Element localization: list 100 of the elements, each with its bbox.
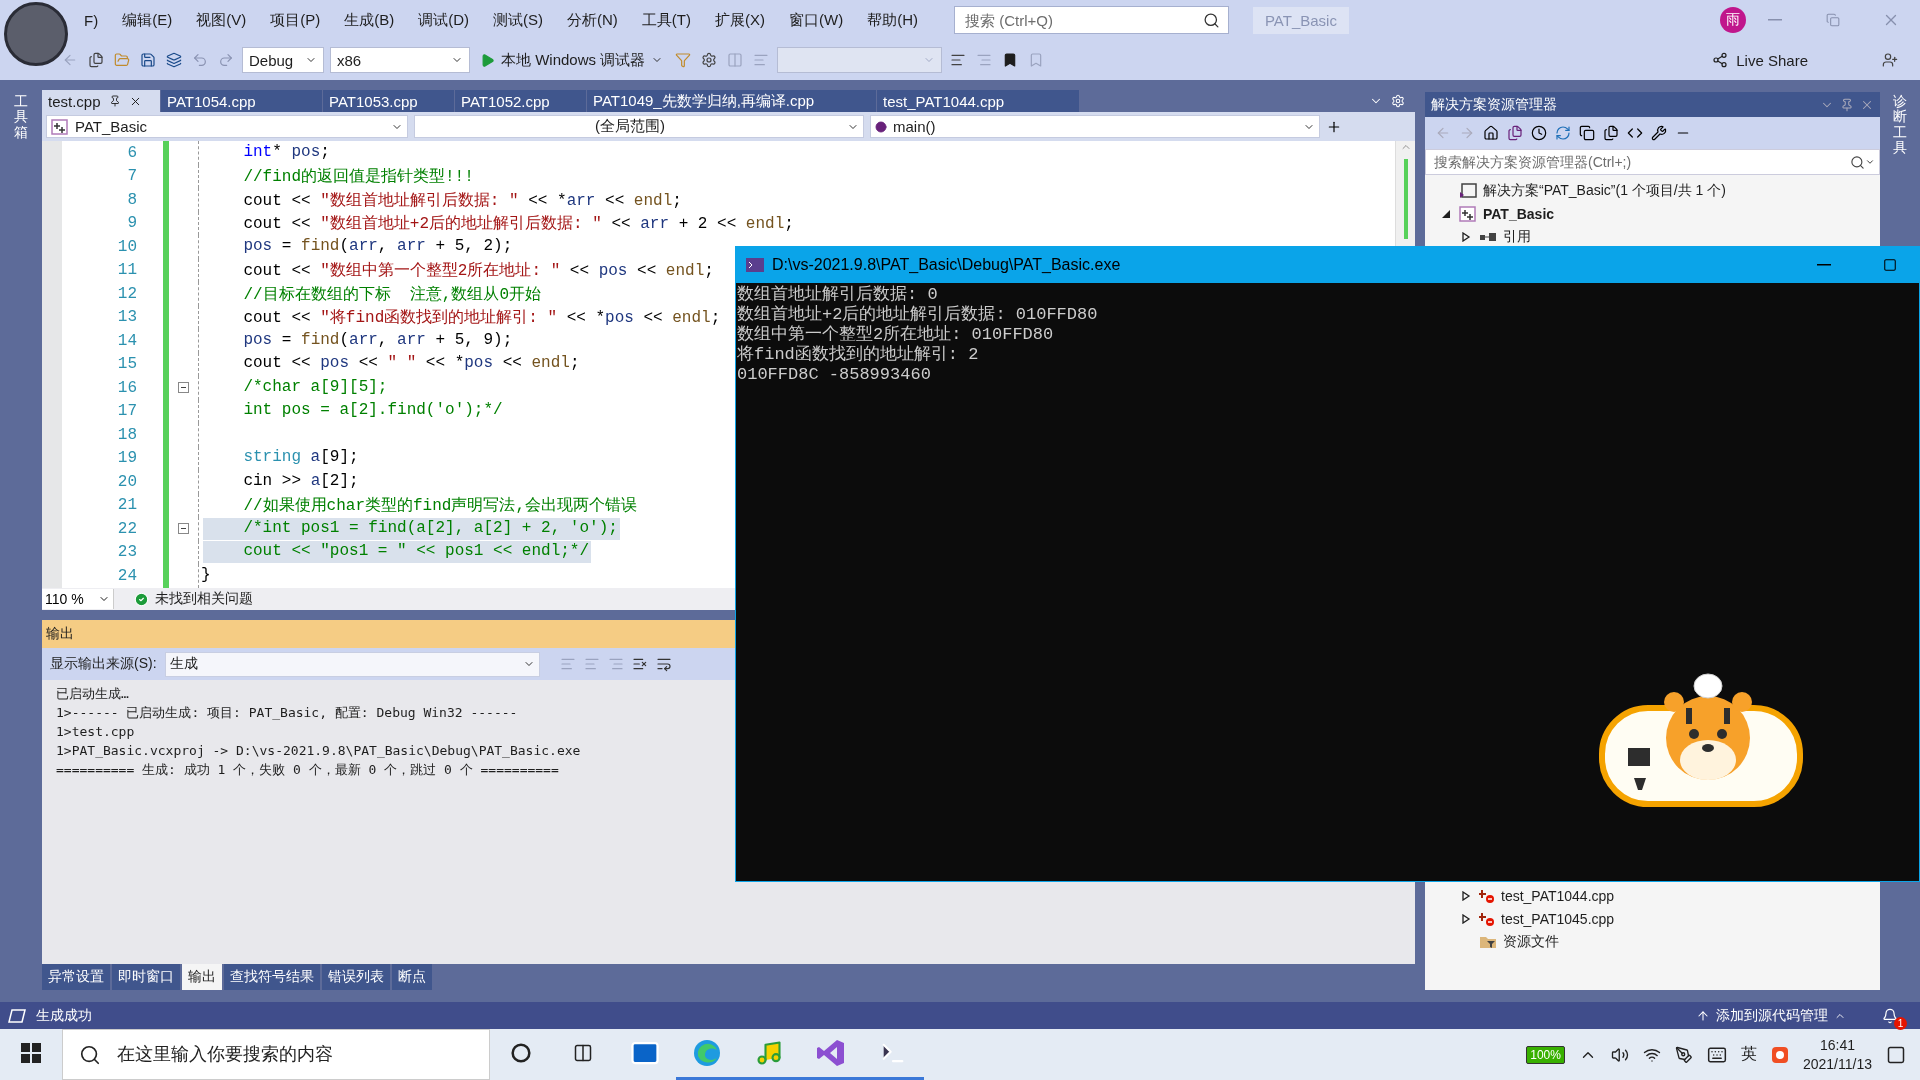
panel-tab[interactable]: 即时窗口 — [112, 964, 180, 990]
panel-tab[interactable]: 查找符号结果 — [224, 964, 320, 990]
collapse-all-icon[interactable] — [1579, 125, 1595, 141]
toolbox-tab[interactable]: 工具箱 — [14, 94, 28, 141]
visual-studio-icon[interactable] — [816, 1038, 846, 1068]
document-tab[interactable]: PAT1053.cpp — [323, 90, 454, 112]
document-tab[interactable]: PAT1049_先数学归纳,再编译.cpp — [587, 90, 876, 112]
member-dropdown[interactable]: main() — [870, 115, 1320, 138]
settings-icon[interactable] — [701, 52, 718, 68]
document-tab[interactable]: PAT1052.cpp — [455, 90, 586, 112]
menu-item[interactable]: 生成(B) — [332, 6, 407, 34]
clock-time[interactable]: 16:41 — [1819, 1036, 1855, 1055]
menu-item[interactable]: 视图(V) — [184, 6, 259, 34]
collapse-icon[interactable] — [178, 523, 189, 535]
settings-icon[interactable] — [1391, 94, 1405, 108]
expand-arrow-icon[interactable] — [1461, 231, 1471, 242]
user-icon[interactable] — [1882, 52, 1898, 68]
menu-item[interactable]: 测试(S) — [481, 6, 555, 34]
search-box[interactable]: 搜索解决方案资源管理器(Ctrl+;) — [1425, 149, 1880, 175]
tree-item[interactable]: test_PAT1045.cpp — [1501, 910, 1615, 927]
caret-icon[interactable] — [1865, 157, 1875, 167]
platform-dropdown[interactable]: x86 — [330, 47, 470, 73]
document-tab[interactable]: PAT1054.cpp — [161, 90, 322, 112]
expand-arrow-icon[interactable] — [1461, 913, 1471, 924]
scope-dropdown[interactable]: (全局范围) — [414, 115, 864, 138]
diagnostics-tab[interactable]: 诊断工具 — [1893, 94, 1907, 156]
search-icon[interactable] — [1202, 11, 1220, 29]
menu-item[interactable]: 调试(D) — [406, 6, 481, 34]
search-field[interactable]: 搜索解决方案资源管理器(Ctrl+;) — [1432, 150, 1850, 174]
panel-tab[interactable]: 断点 — [392, 964, 432, 990]
source-dropdown[interactable]: 生成 — [164, 651, 540, 677]
console-line: 将find函数找到的地址解引: 2 — [737, 345, 980, 365]
task-view-icon[interactable] — [573, 1043, 593, 1063]
pin-icon[interactable] — [1840, 97, 1854, 112]
user-avatar[interactable]: 雨 — [1720, 7, 1746, 33]
menu-item[interactable]: 帮助(H) — [855, 6, 930, 34]
tree-item[interactable]: PAT_Basic — [1483, 205, 1555, 222]
input-app-icon[interactable] — [1770, 1045, 1789, 1064]
refresh-icon[interactable] — [1555, 125, 1571, 141]
speaker-icon[interactable] — [1610, 1045, 1629, 1064]
browser-icon[interactable] — [692, 1038, 722, 1068]
taskbar-search-box[interactable]: 在这里输入你要搜索的内容 — [62, 1029, 490, 1080]
panel-tab[interactable]: 错误列表 — [322, 964, 390, 990]
properties-icon[interactable] — [1651, 125, 1667, 141]
search-icon[interactable] — [1850, 154, 1865, 170]
menu-item[interactable]: 项目(P) — [258, 6, 333, 34]
menu-item[interactable]: 工具(T) — [629, 6, 703, 34]
run-debugger-button[interactable]: 本地 Windows 调试器 — [476, 48, 668, 72]
menu-item[interactable]: 扩展(X) — [703, 6, 777, 34]
search-field[interactable]: 搜索 (Ctrl+Q) — [962, 7, 1197, 33]
panel-tab[interactable]: 输出 — [182, 964, 222, 990]
tree-item[interactable]: test_PAT1044.cpp — [1501, 887, 1615, 904]
save-icon[interactable] — [140, 52, 156, 68]
live-share-button[interactable]: Live Share — [1706, 50, 1814, 70]
menu-item[interactable]: 分析(N) — [555, 6, 630, 34]
new-project-icon[interactable] — [88, 52, 104, 68]
search-icon[interactable] — [79, 1043, 101, 1066]
tree-item[interactable]: 解决方案“PAT_Basic”(1 个项目/共 1 个) — [1483, 181, 1726, 200]
menu-item[interactable]: 编辑(E) — [110, 6, 185, 34]
word-wrap-icon[interactable] — [655, 656, 672, 672]
indent-icon[interactable] — [950, 52, 967, 68]
input-method[interactable]: 英 — [1740, 1044, 1757, 1065]
configuration-dropdown[interactable]: Debug — [242, 47, 324, 73]
music-icon[interactable] — [755, 1039, 783, 1067]
switch-views-icon[interactable] — [1507, 125, 1523, 141]
project-dropdown[interactable]: PAT_Basic — [46, 115, 408, 138]
taskbar-search-field[interactable]: 在这里输入你要搜索的内容 — [115, 1030, 489, 1079]
panel-tab[interactable]: 异常设置 — [42, 964, 110, 990]
console-line: 010FFD8C -858993460 — [737, 365, 932, 385]
pin-icon — [108, 95, 121, 107]
tree-item[interactable]: 引用 — [1503, 227, 1531, 246]
source-label: 显示输出来源(S): — [50, 655, 157, 673]
save-all-icon[interactable] — [166, 52, 182, 68]
document-tab[interactable]: test_PAT1044.cpp — [877, 90, 1079, 112]
line-number: 12 — [116, 284, 137, 303]
clock-date[interactable]: 2021/11/13 — [1802, 1054, 1872, 1073]
view-code-icon[interactable] — [1627, 125, 1643, 141]
notifications-button[interactable] — [1882, 1007, 1898, 1024]
clear-all-icon[interactable] — [631, 656, 648, 672]
search-box[interactable]: 搜索 (Ctrl+Q) — [953, 6, 1229, 34]
pending-changes-icon[interactable] — [1531, 125, 1547, 141]
expand-arrow-icon[interactable] — [1461, 890, 1471, 901]
line-number: 22 — [116, 519, 137, 538]
issues-status: 未找到相关问题 — [155, 590, 253, 608]
action-center-icon[interactable] — [1886, 1044, 1906, 1065]
line-number: 21 — [116, 496, 137, 515]
source-control-button[interactable]: 添加到源代码管理 — [1690, 1005, 1852, 1026]
home-icon[interactable] — [1483, 125, 1499, 141]
line-number: 24 — [116, 566, 137, 585]
menu-item[interactable]: F) — [72, 7, 111, 33]
show-all-files-icon[interactable] — [1603, 125, 1619, 141]
collapse-icon[interactable] — [178, 382, 189, 394]
document-tab[interactable]: test.cpp — [42, 90, 160, 112]
pen-icon[interactable] — [1674, 1045, 1693, 1064]
zoom-dropdown[interactable]: 110 % — [42, 589, 114, 609]
tree-item[interactable]: 资源文件 — [1503, 932, 1559, 951]
cortana-icon[interactable] — [511, 1043, 531, 1063]
menu-item[interactable]: 窗口(W) — [777, 6, 856, 34]
collapse-arrow-icon[interactable] — [1441, 208, 1451, 219]
notification-count: 1 — [1894, 1016, 1907, 1030]
